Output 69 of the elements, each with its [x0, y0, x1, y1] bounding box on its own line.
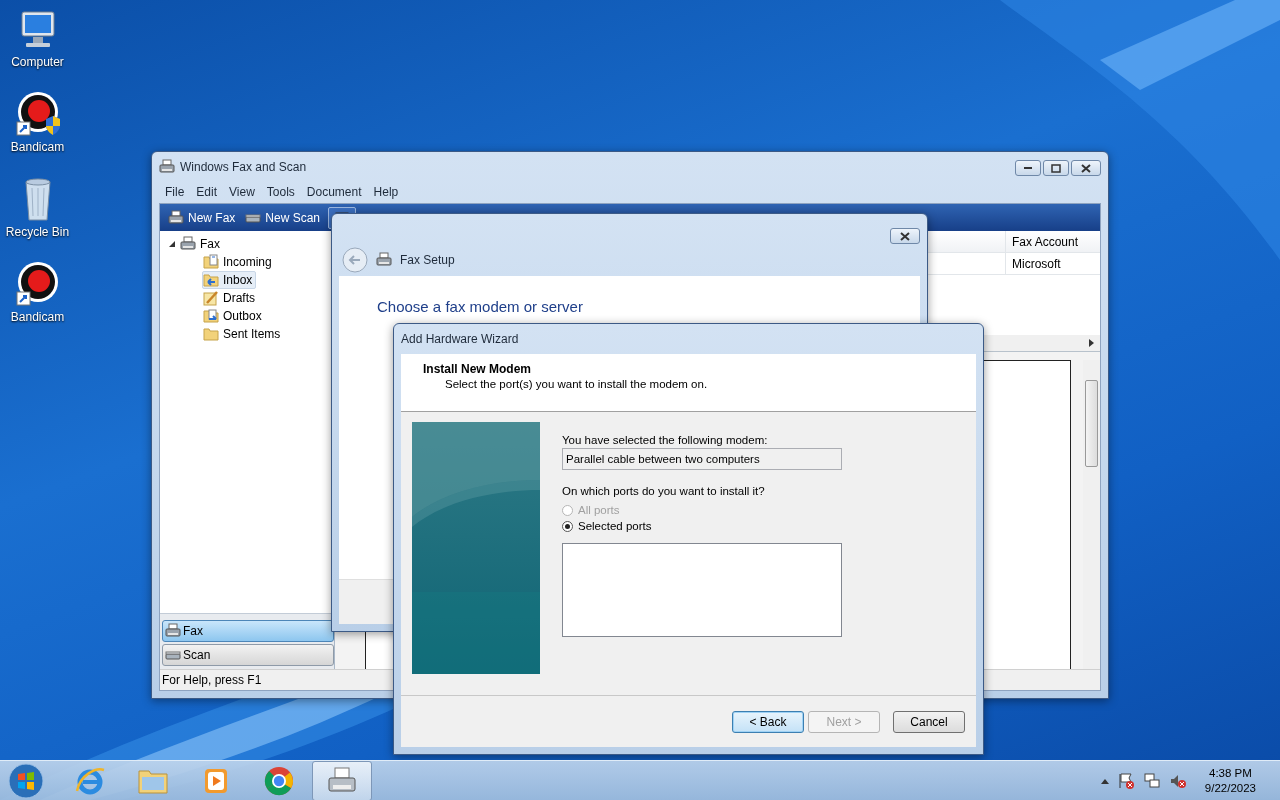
maximize-button[interactable]: [1043, 160, 1069, 176]
table-cell: Microsoft: [1005, 253, 1100, 274]
menu-item[interactable]: File: [159, 184, 191, 199]
record-icon[interactable]: [14, 261, 61, 307]
scroll-thumb[interactable]: [1085, 380, 1098, 467]
column-header[interactable]: Fax Account: [1005, 231, 1100, 252]
dialog-title: Fax Setup: [400, 253, 455, 267]
modem-field[interactable]: Parallel cable between two computers: [562, 448, 842, 470]
tree-item[interactable]: Incoming: [202, 253, 276, 271]
nav-button[interactable]: Scan: [162, 644, 334, 666]
icon-label[interactable]: Bandicam: [10, 310, 65, 324]
network-icon[interactable]: [1142, 772, 1161, 790]
minimize-icon: [1024, 167, 1032, 169]
step-title: Install New Modem: [423, 362, 533, 376]
tree-item[interactable]: Fax: [200, 237, 220, 251]
collapse-arrow-icon[interactable]: [168, 240, 176, 248]
icon-label[interactable]: Recycle Bin: [5, 225, 70, 239]
close-icon: [1079, 162, 1093, 174]
windows-logo-icon: [8, 763, 44, 799]
question-text: On which ports do you want to install it?: [562, 485, 766, 497]
maximize-icon: [1049, 162, 1063, 174]
window-title: Add Hardware Wizard: [401, 332, 519, 346]
menu-item[interactable]: Document: [300, 184, 368, 199]
clock-date[interactable]: 9/22/2023: [1204, 781, 1256, 796]
radio-option[interactable]: Selected ports: [562, 519, 842, 533]
printer-icon: [180, 236, 196, 252]
radio-off-icon: [562, 504, 573, 516]
menu-item[interactable]: Help: [367, 184, 405, 199]
radio-on-icon: [562, 520, 573, 532]
printer-icon: [376, 252, 392, 268]
tree-item[interactable]: Sent Items: [202, 325, 285, 343]
printer-icon: [168, 209, 184, 226]
taskbar-button[interactable]: [312, 761, 372, 800]
close-button[interactable]: [890, 228, 920, 244]
toolbar-button[interactable]: New Scan: [243, 207, 323, 228]
tree-item[interactable]: Outbox: [202, 307, 266, 325]
toolbar-button[interactable]: New Fax: [166, 207, 238, 228]
minimize-button[interactable]: [1015, 160, 1041, 176]
printer-icon: [159, 159, 175, 175]
close-button[interactable]: [1071, 160, 1101, 176]
icon-label[interactable]: Bandicam: [10, 140, 65, 154]
printer-icon: [165, 623, 181, 639]
field-label: You have selected the following modem:: [562, 434, 769, 446]
icon-label[interactable]: Computer: [11, 55, 64, 69]
close-icon: [898, 230, 912, 242]
folder-icon: [203, 272, 219, 288]
wizard-button[interactable]: < Back: [732, 710, 804, 733]
folder-icon: [203, 326, 219, 342]
tree-item[interactable]: Inbox: [202, 271, 257, 289]
clock-time[interactable]: 4:38 PM: [1209, 766, 1252, 781]
nav-button[interactable]: Fax: [162, 620, 334, 642]
show-hidden-icons-icon[interactable]: [1100, 778, 1109, 784]
pencil-icon: [203, 290, 219, 306]
menu-item[interactable]: View: [223, 184, 261, 199]
record-icon[interactable]: [14, 91, 61, 137]
tree-item[interactable]: Drafts: [202, 289, 259, 307]
folder-icon: [203, 308, 219, 324]
chrome-icon: [263, 765, 295, 797]
port-list[interactable]: [562, 543, 842, 637]
wizard-button[interactable]: Cancel: [893, 710, 965, 733]
menu-item[interactable]: Edit: [190, 184, 224, 199]
folder-icon: [203, 254, 219, 270]
step-subtitle: Select the port(s) you want to install the modem on.: [444, 378, 709, 390]
flag-icon[interactable]: [1116, 772, 1135, 790]
page-heading: Choose a fax modem or server: [377, 298, 583, 315]
browser-icon: [74, 765, 106, 797]
window-title: Windows Fax and Scan: [180, 160, 307, 174]
menu-item[interactable]: Tools: [260, 184, 301, 199]
scroll-right-arrow-icon: [1089, 339, 1094, 347]
